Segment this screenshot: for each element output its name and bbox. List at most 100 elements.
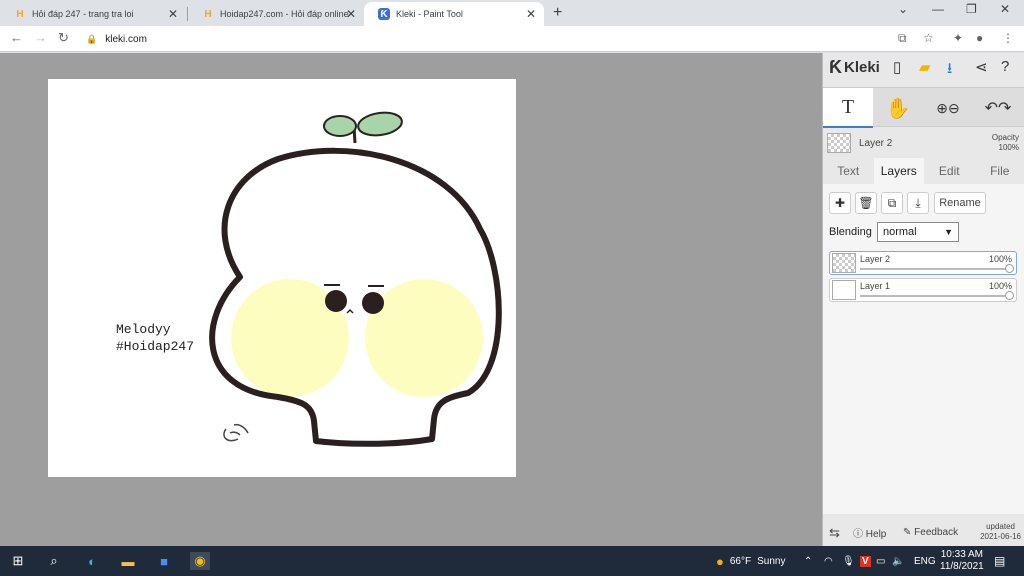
opacity-readout: Opacity 100%	[992, 133, 1019, 153]
hand-tool-icon[interactable]: ✋	[873, 88, 923, 128]
browser-tab-3[interactable]: Ƙ Kleki - Paint Tool ✕	[364, 2, 544, 26]
tab-title: Hỏi đáp 247 - trang tra loi	[32, 9, 134, 19]
kleki-favicon-icon: Ƙ	[378, 8, 390, 20]
windows-taskbar: ⊞ ⌕ ◐ ▬ ■ ◉ ● 66°F Sunny ⌃ ◠ 🎙 V ▭ 🔈 ENG…	[0, 546, 1024, 576]
merge-layer-button[interactable]: ⤓	[907, 192, 929, 214]
opacity-label: Opacity	[991, 133, 1019, 142]
blending-select[interactable]: normal ▼	[877, 222, 959, 242]
address-bar[interactable]: 🔒 kleki.com	[86, 29, 946, 49]
reload-icon[interactable]: ↻	[58, 30, 69, 46]
updated-date: 2021-06-16	[980, 532, 1021, 541]
layer-thumbnail	[827, 133, 851, 153]
close-tab-icon[interactable]: ✕	[346, 7, 356, 21]
tab-search-icon[interactable]: ⌄	[898, 2, 908, 16]
drawing-artwork	[209, 111, 502, 447]
current-layer-name: Layer 2	[859, 138, 893, 149]
layer-opacity-slider[interactable]	[860, 268, 1012, 270]
back-icon[interactable]: ←	[10, 30, 23, 45]
undo-redo-icon[interactable]: ↶↷	[973, 88, 1023, 128]
tab-layers[interactable]: Layers	[873, 158, 924, 184]
help-circle-icon: ⓘ	[853, 529, 866, 540]
add-layer-button[interactable]: ✚	[829, 192, 851, 214]
extensions-icon[interactable]: ✦	[953, 31, 963, 45]
layers-pane: ✚ 🗑 ⧉ ⤓ Rename Blending normal ▼ Layer 2…	[823, 184, 1024, 514]
feedback-link[interactable]: ✎ Feedback	[903, 527, 958, 538]
volume-icon[interactable]: 🔈	[892, 546, 904, 576]
clock-date: 11/8/2021	[940, 561, 984, 572]
delete-layer-button[interactable]: 🗑	[855, 192, 877, 214]
zoom-icon[interactable]: ⊕⊖	[923, 88, 973, 128]
tab-file[interactable]: File	[975, 158, 1024, 184]
close-tab-icon[interactable]: ✕	[526, 7, 536, 21]
weather-widget[interactable]: ● 66°F Sunny	[716, 546, 785, 576]
canvas-text-line-2: #Hoidap247	[116, 339, 195, 354]
clock[interactable]: 10:33 AM 11/8/2021	[940, 546, 984, 576]
layer-name: Layer 2	[860, 254, 891, 264]
edge-icon[interactable]: ◐	[82, 552, 102, 570]
profile-icon[interactable]: ●	[976, 31, 983, 45]
updated-info: updated 2021-06-16	[980, 522, 1021, 542]
file-explorer-icon[interactable]: ▬	[118, 552, 138, 570]
help-circle-icon[interactable]: ?	[1001, 58, 1009, 75]
kleki-logo-text: Kleki	[844, 59, 880, 76]
help-label: Help	[865, 529, 887, 540]
kleki-logo[interactable]: Ƙ Kleki	[829, 57, 880, 78]
layer-thumbnail	[832, 280, 856, 300]
restore-icon[interactable]: ❐	[966, 2, 977, 16]
panel-tabs: Text Layers Edit File	[823, 158, 1024, 184]
close-tab-icon[interactable]: ✕	[168, 7, 178, 21]
temperature: 66°F	[729, 555, 752, 567]
windows-start-icon[interactable]: ⊞	[8, 552, 28, 570]
new-tab-button[interactable]: +	[553, 4, 562, 22]
zoom-app-icon[interactable]: ■	[154, 552, 174, 570]
download-icon[interactable]: ⭳	[947, 58, 952, 83]
text-tool-icon[interactable]: T	[823, 88, 873, 128]
forward-icon[interactable]: →	[34, 30, 47, 45]
microphone-icon[interactable]: 🎙	[842, 546, 855, 576]
drawing-canvas[interactable]: Melodyy #Hoidap247	[48, 79, 516, 477]
vietnamese-ime-icon[interactable]: V	[860, 546, 871, 576]
tab-text[interactable]: Text	[823, 158, 874, 184]
canvas-text-line-1: Melodyy	[116, 322, 171, 337]
menu-icon[interactable]: ⋮	[1002, 31, 1014, 45]
opacity-value: 100%	[998, 143, 1019, 152]
slider-knob[interactable]	[1005, 291, 1014, 300]
chrome-icon[interactable]: ◉	[190, 552, 210, 570]
chevron-down-icon: ▼	[944, 227, 953, 237]
feedback-icon: ✎	[903, 527, 915, 538]
layer-opacity: 100%	[988, 254, 1012, 264]
share-icon[interactable]: ⋖	[975, 58, 988, 76]
canvas-text-label: Melodyy #Hoidap247	[116, 321, 194, 355]
device-icon[interactable]: ▭	[876, 546, 885, 576]
address-text: kleki.com	[105, 33, 147, 45]
translate-icon[interactable]: ⧉	[898, 31, 907, 46]
duplicate-layer-button[interactable]: ⧉	[881, 192, 903, 214]
new-image-icon[interactable]: ▯	[893, 58, 901, 76]
weather-text: Sunny	[757, 555, 786, 567]
browser-tab-1[interactable]: H Hỏi đáp 247 - trang tra loi ✕	[0, 2, 186, 26]
current-layer-info: Layer 2 Opacity 100%	[823, 129, 1024, 159]
tab-edit[interactable]: Edit	[924, 158, 975, 184]
show-hidden-icons[interactable]: ⌃	[804, 546, 812, 576]
updated-label: updated	[986, 522, 1015, 531]
layer-row[interactable]: Layer 1 100%	[829, 278, 1017, 302]
close-window-icon[interactable]: ✕	[1000, 2, 1010, 16]
layer-opacity-slider[interactable]	[860, 295, 1012, 297]
search-icon[interactable]: ⌕	[44, 552, 64, 570]
network-icon[interactable]: ◠	[824, 546, 833, 576]
rename-button[interactable]: Rename	[934, 192, 986, 214]
layer-row[interactable]: Layer 2 100%	[829, 251, 1017, 275]
notification-icon[interactable]: ▤	[994, 546, 1005, 576]
slider-knob[interactable]	[1005, 264, 1014, 273]
canvas-workspace[interactable]: Melodyy #Hoidap247	[0, 53, 822, 546]
swap-side-icon[interactable]: ⇆	[829, 525, 840, 541]
help-link[interactable]: ⓘ Help	[853, 525, 886, 540]
open-folder-icon[interactable]: ▰	[919, 58, 931, 76]
browser-tab-2[interactable]: H Hoidap247.com - Hỏi đáp online ✕	[188, 2, 364, 26]
minimize-icon[interactable]: —	[932, 2, 944, 16]
bookmark-star-icon[interactable]: ☆	[923, 31, 934, 45]
lock-icon: 🔒	[86, 33, 98, 44]
layer-opacity: 100%	[988, 281, 1012, 291]
sun-icon: ●	[716, 553, 724, 569]
language-indicator[interactable]: ENG	[914, 546, 936, 576]
